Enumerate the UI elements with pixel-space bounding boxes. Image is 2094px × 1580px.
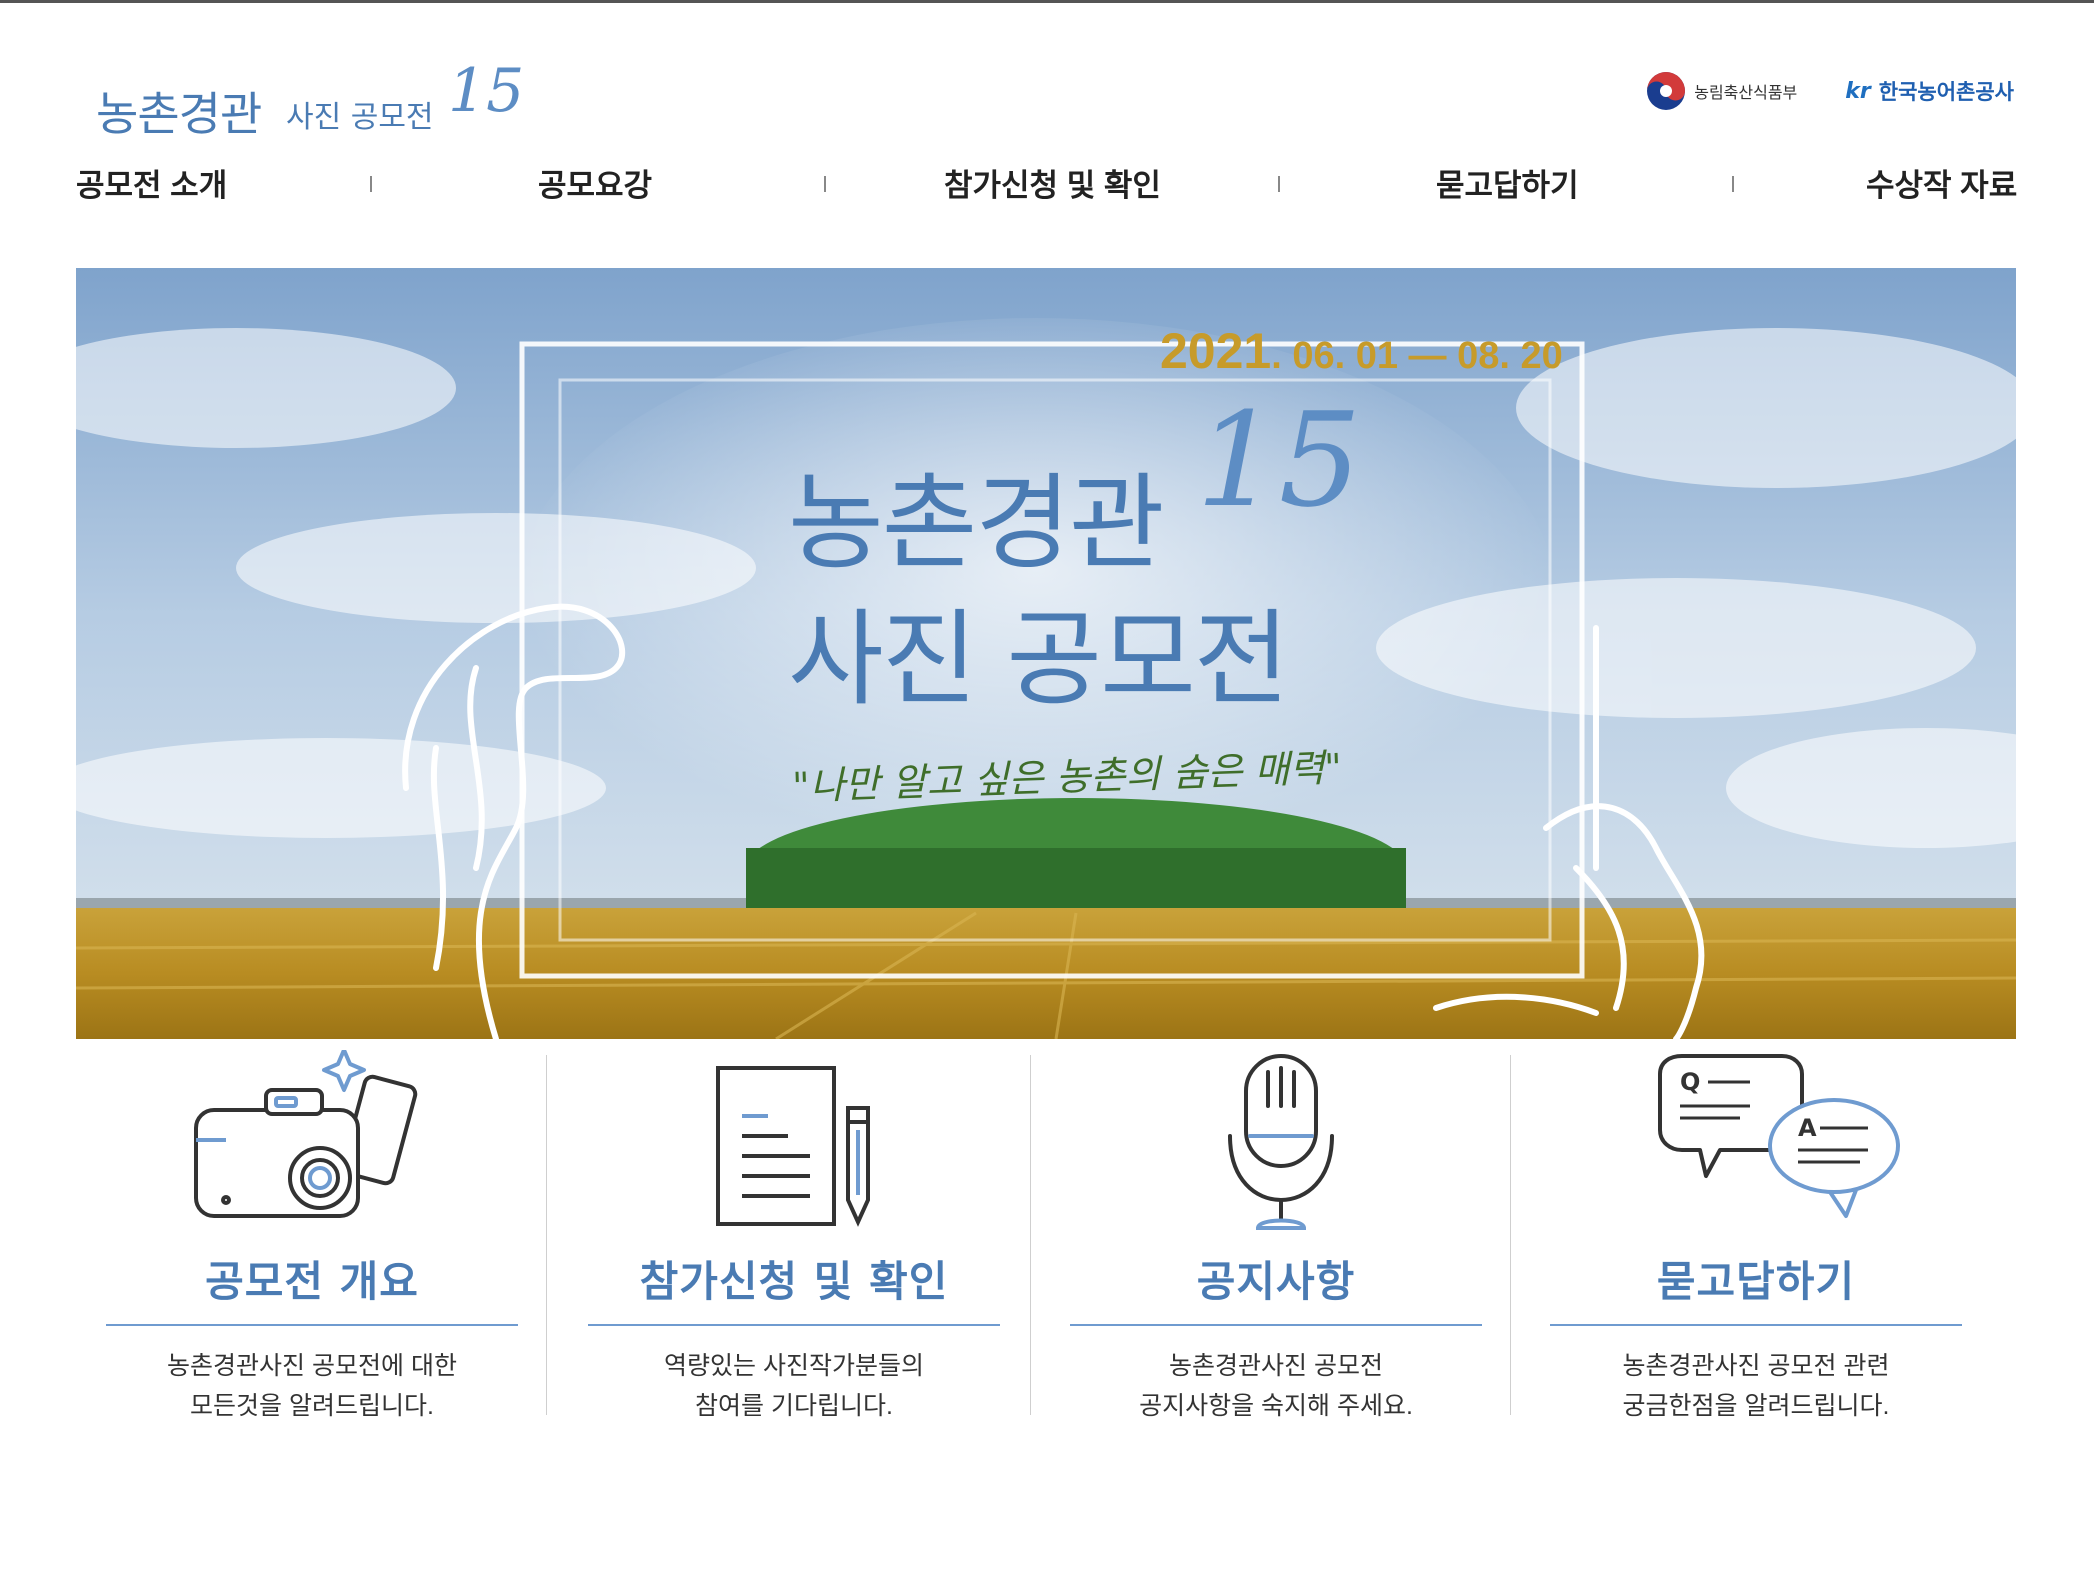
logo-main-text: 농촌경관 [96,87,262,141]
card-divider [546,1055,547,1415]
contest-year: 2021 [1160,323,1272,379]
svg-text:A: A [1798,1114,1817,1142]
card-description: 농촌경관사진 공모전 관련 궁금한점을 알려드립니다. [1540,1346,1972,1426]
nav-divider [824,176,826,192]
taegeuk-icon [1647,72,1686,110]
card-divider [1510,1055,1511,1415]
krc-mark-icon: kr [1845,78,1871,104]
org-krc-name: 한국농어촌공사 [1878,80,2014,104]
card-overview[interactable]: 공모전 개요 농촌경관사진 공모전에 대한 모든것을 알려드립니다. [76,1050,558,1420]
camera-phone-icon [194,1050,418,1218]
card-description-line: 공지사항을 숙지해 주세요. [1139,1392,1413,1420]
card-title[interactable]: 공모전 개요 [106,1248,518,1309]
banner-title-line1: 농촌경관 [788,462,1165,584]
document-pen-icon [716,1066,870,1227]
card-description-line: 궁금한점을 알려드립니다. [1622,1392,1890,1420]
main-nav: 공모전 소개 공모요강 참가신청 및 확인 묻고답하기 수상작 자료 [76,160,2022,206]
card-description: 농촌경관사진 공모전 공지사항을 숙지해 주세요. [1060,1346,1492,1426]
card-description: 농촌경관사진 공모전에 대한 모든것을 알려드립니다. [96,1346,528,1426]
card-title[interactable]: 공지사항 [1070,1248,1482,1309]
card-apply[interactable]: 참가신청 및 확인 역량있는 사진작가분들의 참여를 기다립니다. [558,1050,1040,1420]
card-title[interactable]: 참가신청 및 확인 [588,1248,1000,1309]
partner-logos: 농림축산식품부 kr 한국농어촌공사 [1646,66,2014,116]
logo-number: 15 [448,56,525,126]
top-border [0,0,2094,3]
nav-item-guidelines[interactable]: 공모요강 [538,160,652,205]
card-underline [1070,1324,1482,1326]
quick-menu: 공모전 개요 농촌경관사진 공모전에 대한 모든것을 알려드립니다. 참가신청 [76,1050,2016,1420]
org-ministry-logo[interactable]: 농림축산식품부 [1646,71,1797,111]
card-underline [588,1324,1000,1326]
banner-title-number: 15 [1196,384,1362,536]
card-description: 역량있는 사진작가분들의 참여를 기다립니다. [578,1346,1010,1426]
card-description-line: 농촌경관사진 공모전에 대한 [167,1352,457,1380]
qa-bubbles-icon: Q A [1658,1054,1900,1218]
card-notice[interactable]: 공지사항 농촌경관사진 공모전 공지사항을 숙지해 주세요. [1040,1050,1522,1420]
card-description-line: 농촌경관사진 공모전 관련 [1622,1352,1890,1380]
org-krc-logo[interactable]: kr 한국농어촌공사 [1845,76,2014,106]
nav-divider [1278,176,1280,192]
nav-item-intro[interactable]: 공모전 소개 [76,160,227,205]
nav-divider [1732,176,1734,192]
card-description-line: 농촌경관사진 공모전 [1169,1352,1383,1380]
nav-divider [370,176,372,192]
card-description-line: 역량있는 사진작가분들의 [664,1352,924,1380]
hero-banner[interactable]: 2021. 06. 01 — 08. 20 농촌경관 15 사진 공모전 "나만… [76,268,2016,1039]
nav-item-winners[interactable]: 수상작 자료 [1866,160,2017,205]
logo-sub-text: 사진 공모전 [286,100,434,135]
microphone-icon [1228,1054,1334,1230]
card-divider [1030,1055,1031,1415]
card-underline [106,1324,518,1326]
card-qna[interactable]: Q A 묻고답하기 농촌경관사진 공모전 관련 궁금한점을 알려드립니다. [1520,1050,2002,1420]
contest-period: 2021. 06. 01 — 08. 20 [1160,322,1563,380]
banner-title-line2: 사진 공모전 [788,598,1289,720]
card-description-line: 모든것을 알려드립니다. [190,1392,434,1420]
nav-item-qna[interactable]: 묻고답하기 [1436,160,1579,205]
org-ministry-name: 농림축산식품부 [1694,83,1798,102]
card-title[interactable]: 묻고답하기 [1550,1248,1962,1309]
card-description-line: 참여를 기다립니다. [695,1392,893,1420]
nav-item-apply[interactable]: 참가신청 및 확인 [944,160,1161,205]
svg-text:Q: Q [1680,1068,1700,1096]
card-underline [1550,1324,1962,1326]
contest-date-range: . 06. 01 — 08. 20 [1271,335,1563,377]
